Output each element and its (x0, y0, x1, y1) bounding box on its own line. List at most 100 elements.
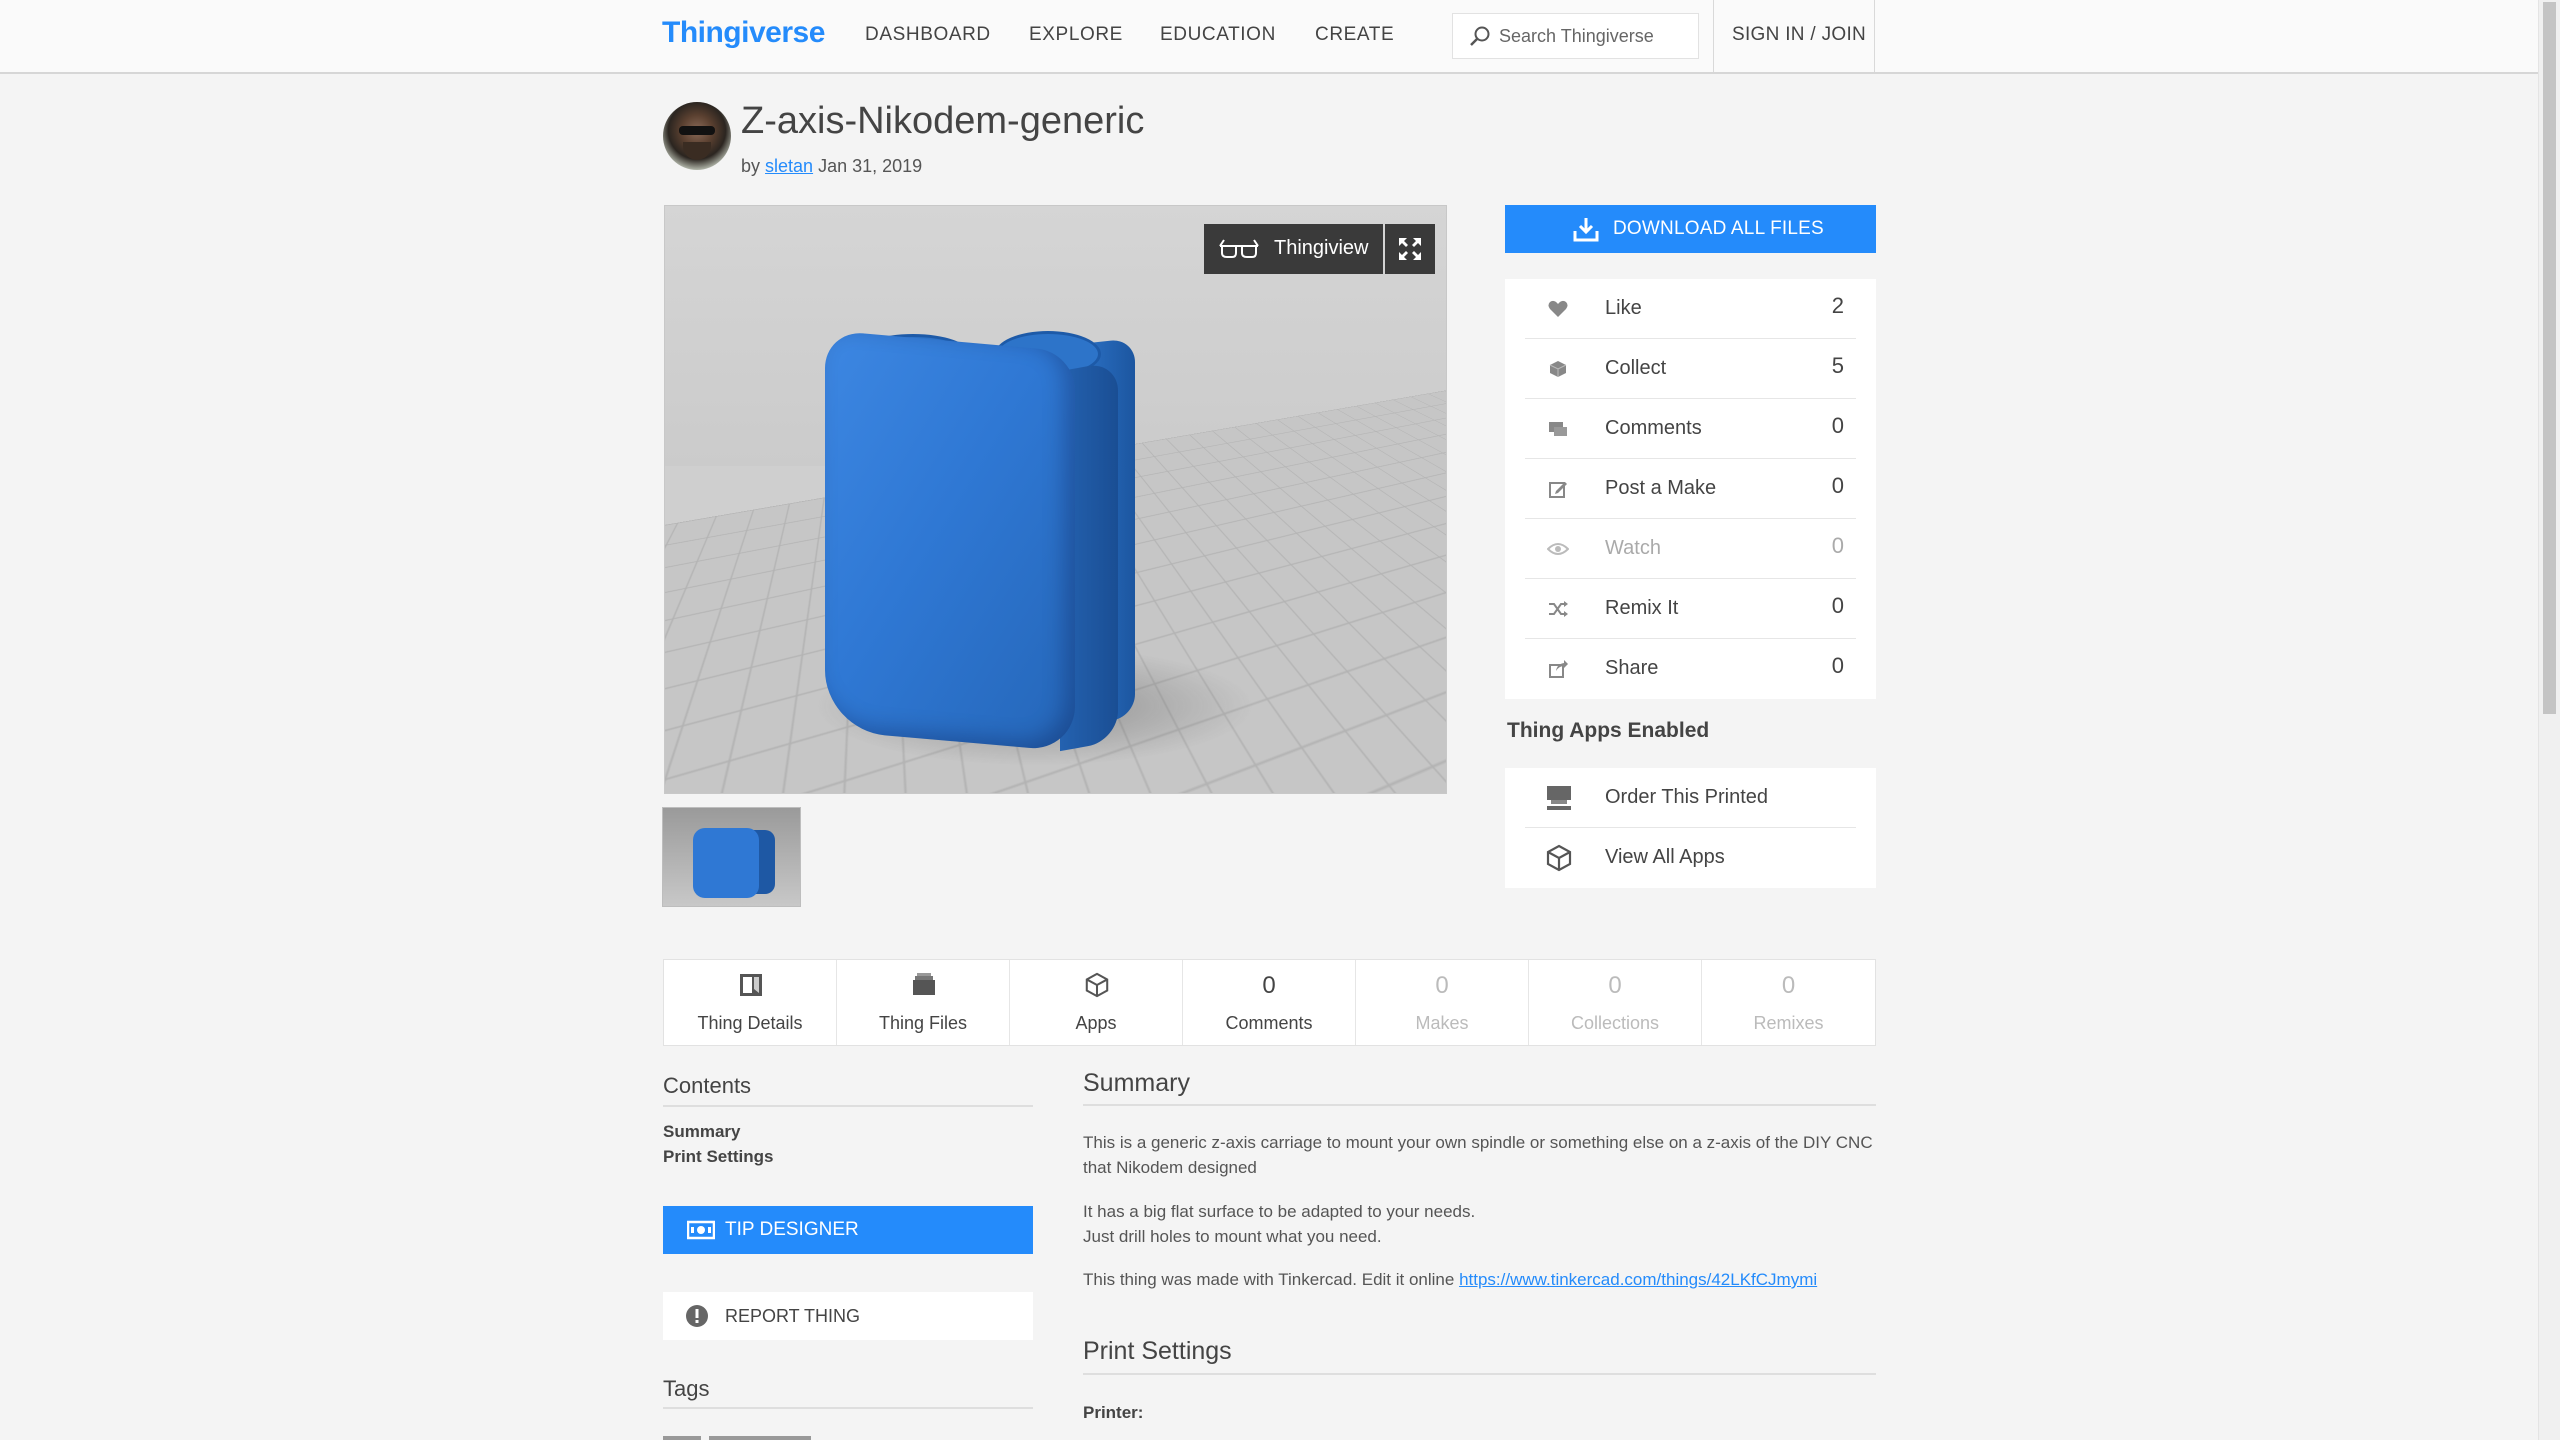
app-label: View All Apps (1605, 846, 1725, 868)
by-label: by (741, 156, 761, 176)
scrollbar-thumb[interactable] (2543, 2, 2556, 714)
collect-icon (1549, 361, 1567, 377)
tab-comments[interactable]: 0 Comments (1183, 960, 1356, 1045)
edit-icon (1549, 482, 1567, 498)
search-icon (1470, 26, 1490, 46)
like-button[interactable]: Like 2 (1525, 279, 1856, 339)
publish-date: Jan 31, 2019 (818, 156, 923, 176)
tab-count: 0 (1608, 972, 1622, 999)
watch-button[interactable]: Watch 0 (1525, 519, 1856, 579)
expand-icon (1399, 238, 1421, 260)
comments-button[interactable]: Comments 0 (1525, 399, 1856, 459)
nav-explore[interactable]: EXPLORE (1029, 24, 1123, 46)
apps-panel: Order This Printed View All Apps (1505, 768, 1876, 888)
search-input[interactable] (1499, 26, 1689, 47)
like-count: 2 (1831, 293, 1844, 318)
report-thing-button[interactable]: REPORT THING (663, 1292, 1033, 1340)
tab-label: Collections (1570, 1013, 1660, 1033)
tab-label: Thing Files (878, 1013, 968, 1033)
tip-designer-button[interactable]: TIP DESIGNER (663, 1206, 1033, 1254)
3d-glasses-icon (1219, 239, 1259, 258)
tab-label: Apps (1075, 1013, 1117, 1033)
nav-education[interactable]: EDUCATION (1160, 24, 1276, 46)
tag-chip[interactable] (663, 1436, 701, 1440)
makes-count: 0 (1831, 473, 1844, 498)
tab-label: Thing Details (697, 1013, 803, 1033)
divider (663, 1105, 1033, 1107)
tab-makes[interactable]: 0 Makes (1356, 960, 1529, 1045)
tinkercad-text: This thing was made with Tinkercad. Edit… (1083, 1270, 1455, 1289)
share-count: 0 (1831, 653, 1844, 678)
comments-count: 0 (1831, 413, 1844, 438)
order-this-printed-button[interactable]: Order This Printed (1525, 768, 1856, 828)
view-all-apps-button[interactable]: View All Apps (1525, 828, 1856, 888)
stat-label: Post a Make (1605, 477, 1717, 499)
summary-heading: Summary (1083, 1069, 1190, 1097)
nav-create[interactable]: CREATE (1315, 24, 1394, 46)
author-avatar[interactable] (663, 102, 731, 170)
fullscreen-button[interactable] (1385, 224, 1435, 274)
money-icon (687, 1220, 715, 1240)
tab-count: 0 (1781, 972, 1796, 999)
cube-icon (1546, 844, 1572, 872)
tab-thing-details[interactable]: Thing Details (664, 960, 837, 1045)
image-thumbnail[interactable] (662, 807, 801, 907)
summary-paragraph-1: This is a generic z-axis carriage to mou… (1083, 1133, 1873, 1177)
tab-apps[interactable]: Apps (1010, 960, 1183, 1045)
watch-count: 0 (1831, 533, 1844, 558)
tab-thing-files[interactable]: Thing Files (837, 960, 1010, 1045)
stats-panel: Like 2 Collect 5 Comments 0 Post a Make … (1505, 279, 1876, 699)
tab-label: Comments (1225, 1013, 1313, 1033)
alert-icon (686, 1305, 708, 1327)
divider (663, 1407, 1033, 1409)
thingview-label: Thingiview (1274, 237, 1369, 259)
comment-icon (1549, 422, 1567, 436)
printer-label: Printer: (1083, 1403, 1144, 1422)
printer-icon (1547, 786, 1571, 810)
stat-label: Watch (1605, 537, 1661, 559)
details-icon (740, 974, 762, 996)
model-front (825, 330, 1075, 752)
tags-heading: Tags (663, 1376, 710, 1401)
model-viewer[interactable]: Thingiview (664, 205, 1447, 794)
summary-line: It has a big flat surface to be adapted … (1083, 1202, 1476, 1221)
eye-icon (1547, 543, 1569, 555)
divider (1083, 1373, 1876, 1375)
tab-count: 0 (1435, 972, 1449, 999)
stat-label: Collect (1605, 357, 1667, 379)
share-button[interactable]: Share 0 (1525, 639, 1856, 699)
share-icon (1549, 660, 1568, 678)
stat-label: Share (1605, 657, 1659, 679)
post-a-make-button[interactable]: Post a Make 0 (1525, 459, 1856, 519)
thingiverse-logo[interactable]: Thingiverse (662, 16, 825, 50)
thing-tabs: Thing Details Thing Files Apps 0 Comment… (663, 959, 1876, 1046)
tab-collections[interactable]: 0 Collections (1529, 960, 1702, 1045)
remix-button[interactable]: Remix It 0 (1525, 579, 1856, 639)
tag-chip[interactable] (709, 1436, 811, 1440)
collect-button[interactable]: Collect 5 (1525, 339, 1856, 399)
app-label: Order This Printed (1605, 786, 1769, 808)
signin-container: SIGN IN / JOIN (1713, 0, 1875, 72)
author-link[interactable]: sletan (765, 156, 813, 176)
tab-label: Remixes (1753, 1013, 1824, 1033)
summary-paragraph-2: It has a big flat surface to be adapted … (1083, 1199, 1876, 1249)
download-label: DOWNLOAD ALL FILES (1613, 218, 1824, 239)
shuffle-icon (1549, 601, 1568, 617)
contents-heading: Contents (663, 1073, 752, 1098)
contents-link-summary[interactable]: Summary (663, 1122, 740, 1142)
thingview-button[interactable]: Thingiview (1204, 224, 1383, 274)
remix-count: 0 (1831, 593, 1844, 618)
tab-remixes[interactable]: 0 Remixes (1702, 960, 1875, 1045)
byline: by sletan Jan 31, 2019 (741, 156, 922, 177)
tinkercad-link[interactable]: https://www.tinkercad.com/things/42LKfCJ… (1459, 1270, 1817, 1289)
download-icon (1573, 218, 1599, 242)
nav-dashboard[interactable]: DASHBOARD (865, 24, 991, 46)
sign-in-link[interactable]: SIGN IN / JOIN (1732, 24, 1866, 46)
apps-heading: Thing Apps Enabled (1507, 719, 1710, 742)
stat-label: Like (1605, 297, 1642, 319)
search-box[interactable] (1452, 13, 1699, 59)
download-all-files-button[interactable]: DOWNLOAD ALL FILES (1505, 205, 1876, 253)
report-thing-label: REPORT THING (725, 1306, 861, 1326)
summary-line: Just drill holes to mount what you need. (1083, 1227, 1382, 1246)
contents-link-print-settings[interactable]: Print Settings (663, 1147, 774, 1167)
